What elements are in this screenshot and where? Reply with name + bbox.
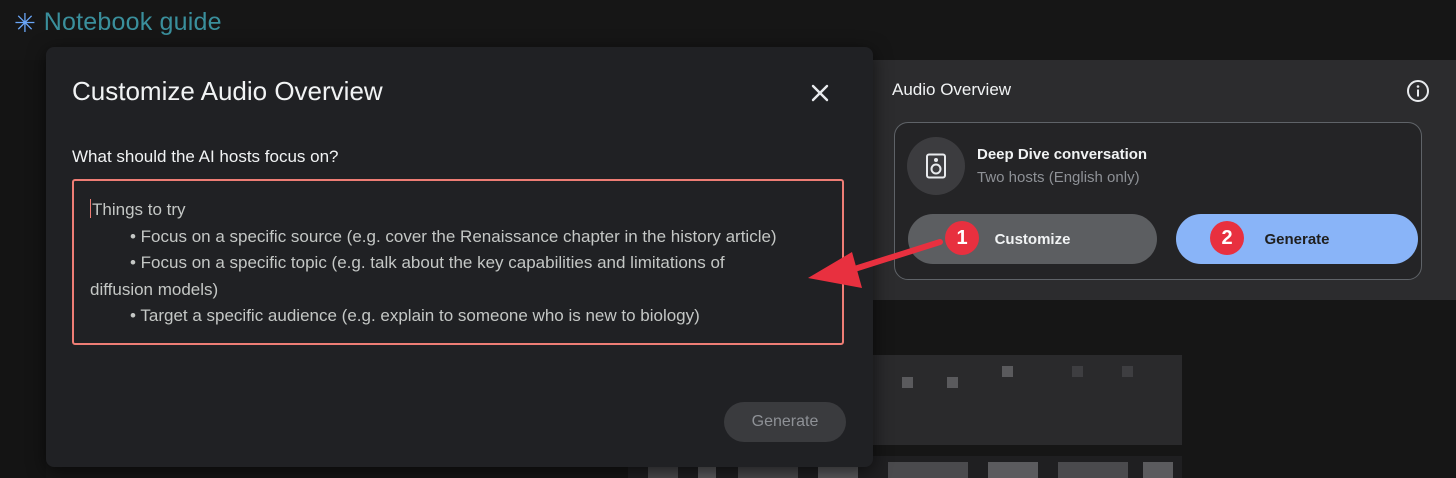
- text-cursor: [90, 199, 91, 218]
- page-title: Notebook guide: [43, 8, 222, 36]
- close-icon[interactable]: [806, 79, 834, 107]
- placeholder-item: • Target a specific audience (e.g. expla…: [130, 306, 700, 325]
- dialog-generate-button[interactable]: Generate: [724, 402, 846, 442]
- background-edge: [0, 60, 46, 478]
- dialog-title: Customize Audio Overview: [72, 76, 383, 106]
- speaker-avatar: [907, 137, 965, 195]
- card-title: Deep Dive conversation: [977, 146, 1148, 163]
- audio-overview-panel: Audio Overview Deep Dive conversation Tw…: [872, 60, 1456, 300]
- annotation-badge-2: 2: [1210, 221, 1244, 255]
- pixelated-content: [872, 355, 1182, 445]
- placeholder-item: • Focus on a specific topic (e.g. talk a…: [130, 253, 725, 272]
- placeholder-heading: Things to try: [92, 200, 186, 219]
- deep-dive-card: Deep Dive conversation Two hosts (Englis…: [894, 122, 1422, 280]
- audio-overview-title: Audio Overview: [892, 80, 1012, 99]
- focus-textarea[interactable]: Things to try • Focus on a specific sour…: [72, 179, 844, 345]
- customize-audio-dialog: Customize Audio Overview What should the…: [46, 47, 873, 467]
- card-subtitle: Two hosts (English only): [977, 169, 1140, 186]
- info-icon[interactable]: [1406, 79, 1430, 103]
- sparkle-icon: ✳: [14, 7, 36, 38]
- notebook-guide-header: ✳ Notebook guide: [14, 8, 222, 37]
- placeholder-item: • Focus on a specific source (e.g. cover…: [130, 226, 777, 246]
- speaker-icon: [926, 153, 946, 179]
- annotation-badge-1: 1: [945, 221, 979, 255]
- focus-question-label: What should the AI hosts focus on?: [72, 147, 339, 166]
- placeholder-item-continuation: diffusion models): [90, 279, 219, 299]
